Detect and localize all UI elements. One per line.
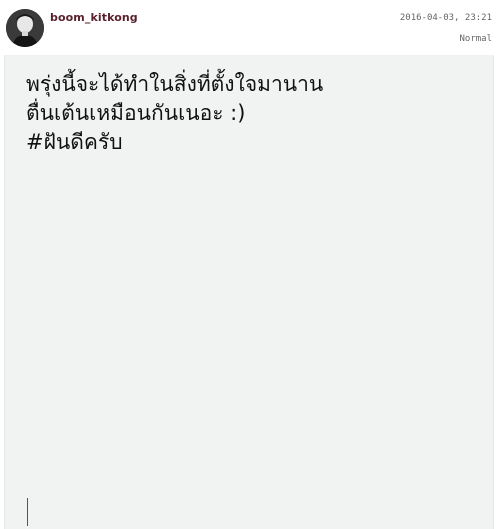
avatar[interactable] bbox=[6, 9, 44, 47]
post-card: boom_kitkong 2016-04-03, 23:21 Normal พร… bbox=[0, 0, 500, 529]
post-header: boom_kitkong 2016-04-03, 23:21 Normal bbox=[0, 0, 500, 54]
post-text-line-1: พรุ่งนี้จะได้ทำในสิ่งที่ตั้งใจมานาน bbox=[26, 72, 324, 96]
post-text: พรุ่งนี้จะได้ทำในสิ่งที่ตั้งใจมานาน ตื่น… bbox=[26, 70, 323, 157]
text-caret bbox=[27, 498, 28, 526]
username-link[interactable]: boom_kitkong bbox=[50, 11, 138, 24]
profile-photo-icon bbox=[6, 9, 44, 47]
post-mode-label: Normal bbox=[459, 34, 492, 44]
post-text-line-3: #ฝันดีครับ bbox=[26, 130, 123, 154]
post-timestamp: 2016-04-03, 23:21 bbox=[399, 13, 492, 23]
post-content[interactable]: พรุ่งนี้จะได้ทำในสิ่งที่ตั้งใจมานาน ตื่น… bbox=[4, 55, 494, 529]
post-text-line-2: ตื่นเต้นเหมือนกันเนอะ :) bbox=[26, 101, 246, 125]
